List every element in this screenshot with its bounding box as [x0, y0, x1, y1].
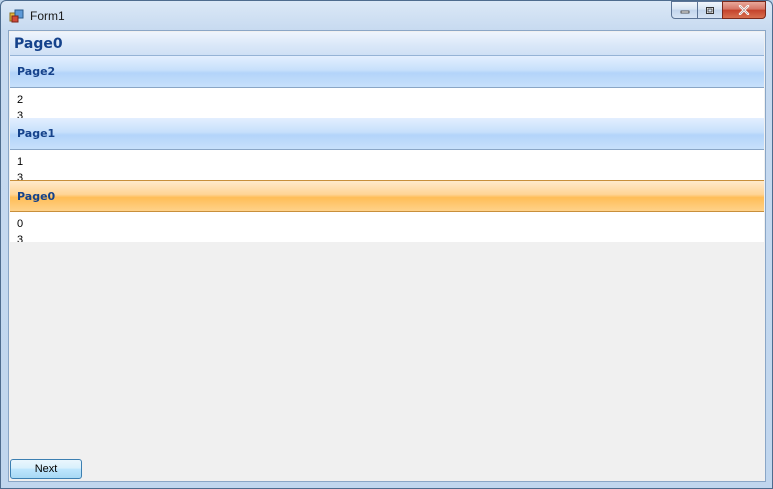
caption-buttons [671, 1, 766, 21]
page1-header[interactable]: Page1 [10, 118, 764, 150]
page0-line2: 3 [17, 234, 24, 242]
page0-line1: 0 [17, 218, 24, 230]
page0-header-label: Page0 [17, 190, 56, 203]
page1-line2: 3 [17, 172, 24, 180]
app-icon [9, 9, 24, 23]
page0-header[interactable]: Page0 [10, 180, 764, 212]
page2-content: 2 3 [10, 88, 764, 118]
close-button[interactable] [722, 1, 766, 19]
page2-line1: 2 [17, 94, 24, 106]
page2-header-label: Page2 [17, 65, 56, 78]
restore-icon [706, 6, 714, 14]
page2-line2: 3 [17, 110, 24, 118]
form1-window: Form1 Page0 Page2 2 3 Page1 1 3 Page0 0 … [0, 0, 773, 489]
page0-content: 0 3 [10, 212, 764, 242]
page1-content: 1 3 [10, 150, 764, 180]
close-icon [738, 5, 750, 15]
restore-button[interactable] [697, 1, 723, 19]
window-title: Form1 [30, 9, 65, 23]
title-bar[interactable]: Form1 [1, 1, 772, 29]
page1-line1: 1 [17, 156, 24, 168]
page2-header[interactable]: Page2 [10, 56, 764, 88]
panel-header: Page0 [10, 32, 764, 56]
accordion-panel: Page0 Page2 2 3 Page1 1 3 Page0 0 3 [8, 30, 766, 482]
next-button[interactable]: Next [10, 459, 82, 479]
minimize-icon [680, 10, 689, 14]
minimize-button[interactable] [671, 1, 698, 19]
panel-header-title: Page0 [14, 36, 63, 52]
page1-header-label: Page1 [17, 127, 56, 140]
